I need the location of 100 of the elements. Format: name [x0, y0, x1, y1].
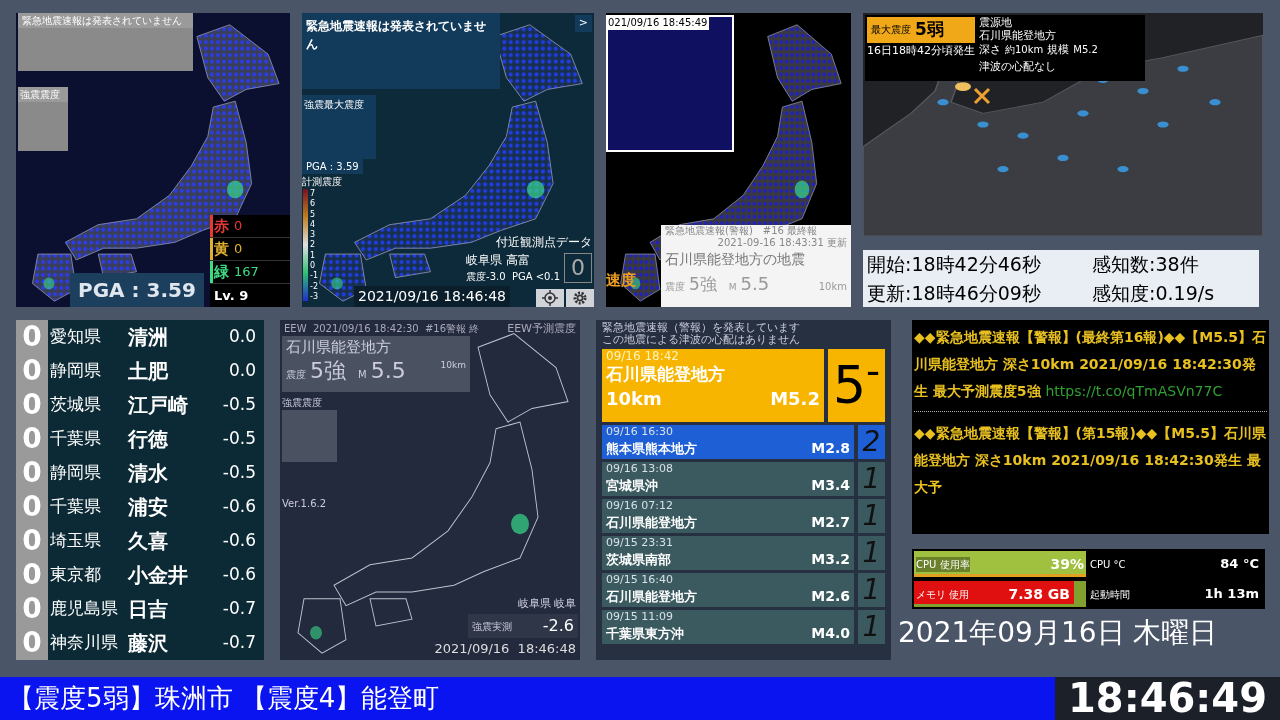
intensity-value: 5$^{-}$: [828, 349, 885, 422]
scale-tick: -3: [310, 291, 318, 301]
cpu-value: 39%: [1050, 554, 1084, 574]
intensity-reading: -0.7: [221, 597, 256, 621]
tweet-link[interactable]: https://t.co/qTmASVn77C: [1045, 383, 1223, 399]
epicenter-label: 震源地: [979, 17, 1013, 29]
clock-text: 18:46:49: [1055, 677, 1280, 720]
version-text: Ver.1.6.2: [282, 497, 327, 511]
warning-banner: 緊急地震速報は発表されていません: [18, 13, 193, 28]
level-text: Lv. 9: [210, 284, 290, 307]
timestamp: 2021/09/16 18:46:48: [354, 286, 511, 307]
detection-stat: 開始:18時42分46秒: [867, 252, 1042, 278]
inset-label: 強震震度: [282, 396, 322, 410]
area-name: 石川県能登地方: [286, 337, 392, 358]
settings-button[interactable]: [566, 289, 594, 307]
scale-tick: 6: [310, 199, 317, 209]
count-value: 167: [233, 263, 259, 282]
station-name: 岐阜県 高富: [466, 252, 531, 269]
scale-tick: 5: [310, 209, 317, 219]
quake-item[interactable]: 09/15 16:40 石川県能登地方 M2.6: [602, 573, 854, 607]
intensity-reading: 0.0: [227, 359, 256, 383]
panel-title: EEW予測震度: [507, 321, 576, 337]
quake-magnitude: M3.4: [811, 476, 850, 495]
quake-item[interactable]: 09/16 13:08 宮城県沖 M3.4: [602, 462, 854, 496]
card-title: 石川県能登地方の地震: [665, 250, 806, 269]
intensity-label: 震度: [665, 280, 685, 294]
quake-time: 09/15 11:09: [606, 610, 674, 623]
station-detail: 震度-3.0 PGA <0.1: [466, 270, 560, 284]
count-value: 0: [233, 217, 243, 236]
prefecture-name: 神奈川県: [49, 631, 119, 655]
temp-value: 84 °C: [1220, 555, 1259, 574]
intensity-reading: -0.7: [221, 631, 256, 655]
detection-stat: 更新:18時46分09秒: [867, 280, 1042, 306]
intensity-reading: 0.0: [227, 325, 256, 349]
intensity-value: 5強: [689, 273, 717, 296]
quake-depth: 10km: [606, 387, 662, 411]
magnitude-prefix: M: [728, 281, 737, 294]
quake-item[interactable]: 09/16 07:12 石川県能登地方 M2.7: [602, 499, 854, 533]
cpu-label: CPU 使用率: [916, 556, 970, 572]
quake-time: 09/16 13:08: [606, 462, 674, 475]
intensity-reading: -0.6: [221, 495, 256, 519]
station-name: 岐阜県 岐阜: [517, 596, 576, 612]
quake-magnitude: M4.0: [811, 624, 850, 643]
quake-time: 09/15 23:31: [606, 536, 674, 549]
shindo-value: 0: [16, 524, 48, 558]
ticker-bar: 【震度5弱】珠洲市 【震度4】能登町: [0, 677, 1055, 720]
shindo-value: 0: [16, 456, 48, 490]
magnitude-value: 5.5: [370, 358, 406, 383]
badge-label: 最大震度: [871, 23, 911, 38]
shindo-value: 0: [16, 592, 48, 626]
scale-tick: -2: [310, 281, 318, 291]
count-value: 0: [233, 240, 243, 259]
depth-value: 約10km: [1005, 43, 1044, 57]
quake-time: 09/15 16:40: [606, 573, 674, 586]
badge-value: 5弱: [915, 18, 944, 41]
prefecture-name: 東京都: [49, 563, 102, 587]
intensity-value: 1: [858, 536, 885, 570]
quake-magnitude: M2.7: [811, 513, 850, 532]
memory-label: メモリ 使用: [916, 587, 970, 602]
prefecture-name: 千葉県: [49, 427, 102, 451]
quake-item[interactable]: 09/15 23:31 茨城県南部 M3.2: [602, 536, 854, 570]
intensity-value: 1: [858, 499, 885, 533]
city-name: 江戸崎: [128, 392, 189, 419]
city-name: 浦安: [128, 494, 169, 521]
city-name: 小金井: [128, 562, 189, 589]
date-text: 2021年09月16日 木曜日: [898, 615, 1219, 651]
nearby-title: 付近観測点データ: [496, 234, 592, 251]
prefecture-name: 千葉県: [49, 495, 102, 519]
locate-button[interactable]: [536, 289, 564, 307]
magnitude-value: 5.5: [740, 272, 770, 296]
scale-tick: 7: [310, 189, 317, 198]
detection-stat: 感知数:38件: [1092, 252, 1200, 278]
tweet-text: ◆◆緊急地震速報【警報】(最終第16報)◆◆【M5.5】石川県能登地方 深さ10km 2021/09/16 18:42:30発生 最大予測震度5強 https://t.co/qTmASVn77C: [914, 328, 1267, 401]
quake-time: 09/16 07:12: [606, 499, 674, 512]
prefecture-name: 静岡県: [49, 461, 102, 485]
magnitude-label: 規模: [1047, 42, 1070, 58]
city-name: 久喜: [128, 528, 169, 555]
shindo-value: 0: [16, 320, 48, 354]
prefecture-name: 茨城県: [49, 393, 102, 417]
tweet-text: ◆◆緊急地震速報【警報】(第15報)◆◆【M5.5】石川県能登地方 深さ10km 2021/09/16 18:42:30発生 最大予: [914, 411, 1267, 501]
shindo-value: 0: [16, 388, 48, 422]
prefecture-name: 埼玉県: [49, 529, 102, 553]
measure-label: 強震実測: [472, 619, 512, 634]
inset-label: 強震震度: [18, 87, 68, 102]
city-name: 清洲: [128, 324, 169, 351]
magnitude-prefix: M: [358, 367, 367, 382]
scale-title: 計測震度: [302, 175, 342, 189]
intensity-value: 1: [858, 462, 885, 496]
quake-area: 千葉県東方沖: [606, 625, 684, 643]
quake-item[interactable]: 09/16 16:30 熊本県熊本地方 M2.8: [602, 425, 854, 459]
shindo-value: 0: [16, 490, 48, 524]
side-label: 速度: [606, 270, 636, 291]
city-name: 行徳: [128, 426, 169, 453]
quake-item[interactable]: 09/15 11:09 千葉県東方沖 M4.0: [602, 610, 854, 644]
intensity-reading: -0.6: [221, 563, 256, 587]
shindo-value: 0: [16, 626, 48, 660]
shindo-value: 0: [16, 354, 48, 388]
pga-readout: PGA : 3.59: [70, 273, 204, 307]
intensity-value: 1: [858, 573, 885, 607]
locate-icon: [542, 290, 558, 306]
